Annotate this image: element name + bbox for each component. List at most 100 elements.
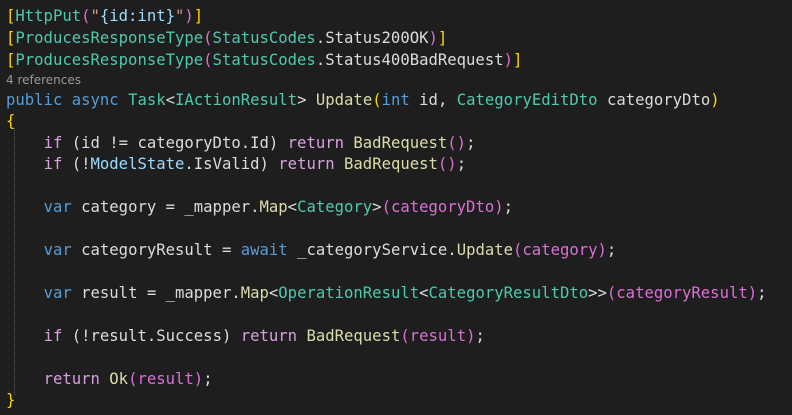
bracket: ] (513, 51, 523, 69)
paren: ) (710, 91, 720, 109)
member-name: Success (156, 327, 222, 345)
member-name: Status200OK (325, 29, 429, 47)
keyword: await (240, 241, 288, 259)
arguments: (result) (128, 370, 204, 388)
method-name: BadRequest (353, 134, 448, 152)
bracket: ] (193, 7, 204, 25)
semicolon: ; (606, 241, 617, 259)
semicolon: ; (475, 327, 485, 345)
expression: categoryResult = (71, 241, 241, 259)
angle-bracket: < (165, 91, 176, 109)
code-line-await-update[interactable]: var categoryResult = await _categoryServ… (6, 239, 617, 261)
method-name: Ok (109, 370, 129, 388)
keyword: if (43, 155, 63, 173)
bracket: [ (6, 29, 16, 47)
code-line-attribute-produces-400[interactable]: [ProducesResponseType(StatusCodes.Status… (6, 49, 522, 71)
code-line-return-ok[interactable]: return Ok(result); (6, 368, 213, 390)
semicolon: ; (757, 284, 767, 302)
expression: ) (259, 155, 279, 173)
method-name: Update (456, 241, 514, 259)
type-name: StatusCodes (212, 29, 316, 47)
attribute-name: ProducesResponseType (15, 51, 204, 69)
keyword: return (240, 327, 298, 345)
method-name: Update (315, 91, 373, 109)
code-line-close-brace[interactable]: } (6, 389, 15, 411)
type-name: CategoryResultDto (428, 284, 589, 302)
keyword: public (6, 91, 63, 109)
paren: ) (503, 51, 513, 69)
expression: (id != categoryDto. (62, 134, 251, 152)
code-line-if-success[interactable]: if (!result.Success) return BadRequest(r… (6, 325, 485, 347)
type-name: Category (297, 198, 373, 216)
bracket: ] (437, 29, 448, 47)
route-template: {id:int} (99, 7, 175, 25)
code-line-method-signature[interactable]: public async Task<IActionResult> Update(… (6, 89, 720, 111)
code-line-attribute-produces-200[interactable]: [ProducesResponseType(StatusCodes.Status… (6, 27, 447, 49)
string-quote: " (175, 7, 185, 25)
keyword: var (43, 284, 72, 302)
bracket: [ (6, 7, 16, 25)
code-line-map-category[interactable]: var category = _mapper.Map<Category>(cat… (6, 196, 513, 218)
expression: _categoryService. (287, 241, 457, 259)
paren: () (447, 134, 467, 152)
dot: . (315, 29, 326, 47)
expression: ) (268, 134, 288, 152)
angle-bracket: > (297, 91, 307, 109)
code-line-open-brace[interactable]: { (6, 110, 15, 132)
type-name: StatusCodes (212, 51, 316, 69)
bracket: [ (6, 51, 16, 69)
keyword: if (43, 134, 63, 152)
keyword: return (287, 134, 345, 152)
expression: ) (221, 327, 241, 345)
keyword: var (43, 198, 72, 216)
keyword: var (43, 241, 72, 259)
method-name: Map (240, 284, 269, 302)
member-name: IsValid (193, 155, 260, 173)
keyword: return (43, 370, 100, 388)
method-name: BadRequest (344, 155, 438, 173)
angle-bracket: > (597, 284, 607, 302)
type-name: CategoryEditDto (456, 91, 598, 109)
property-name: ModelState (90, 155, 185, 173)
paren: ) (428, 29, 438, 47)
member-name: Status400BadRequest (325, 51, 504, 69)
method-name: Map (259, 198, 288, 216)
method-name: BadRequest (306, 327, 401, 345)
semicolon: ; (503, 198, 514, 216)
arguments: (categoryDto) (381, 198, 504, 216)
expression: category = _mapper. (71, 198, 260, 216)
code-editor[interactable]: [HttpPut("{id:int}")] [ProducesResponseT… (0, 0, 792, 415)
attribute-name: HttpPut (15, 7, 82, 25)
codelens-references[interactable]: 4 references (6, 72, 81, 88)
paren: ( (203, 51, 213, 69)
parameter: id, (409, 91, 457, 109)
code-line-attribute-httpput[interactable]: [HttpPut("{id:int}")] (6, 5, 203, 27)
semicolon: ; (203, 370, 213, 388)
expression: (!result. (62, 327, 157, 345)
parameter: categoryDto (597, 91, 711, 109)
keyword: return (278, 155, 335, 173)
type-name: IActionResult (175, 91, 298, 109)
angle-bracket: > (588, 284, 598, 302)
angle-bracket: > (372, 198, 382, 216)
semicolon: ; (466, 134, 476, 152)
expression: result = _mapper. (71, 284, 241, 302)
arguments: (result) (400, 327, 476, 345)
semicolon: ; (456, 155, 467, 173)
code-line-if-id-check[interactable]: if (id != categoryDto.Id) return BadRequ… (6, 132, 476, 154)
angle-bracket: < (419, 284, 429, 302)
code-line-if-modelstate[interactable]: if (!ModelState.IsValid) return BadReque… (6, 153, 467, 175)
paren: ( (203, 29, 213, 47)
paren: ( (372, 91, 382, 109)
code-line-map-result[interactable]: var result = _mapper.Map <OperationResult… (6, 282, 767, 304)
type-name: Task (128, 91, 166, 109)
member-name: Id (250, 134, 269, 152)
expression: (! (62, 155, 91, 173)
keyword: int (381, 91, 410, 109)
type-name: OperationResult (278, 284, 420, 302)
keyword: async (71, 91, 119, 109)
arguments: (categoryResult) (606, 284, 758, 302)
angle-bracket: < (287, 198, 298, 216)
brace: } (6, 391, 16, 409)
string-quote: " (90, 7, 100, 25)
